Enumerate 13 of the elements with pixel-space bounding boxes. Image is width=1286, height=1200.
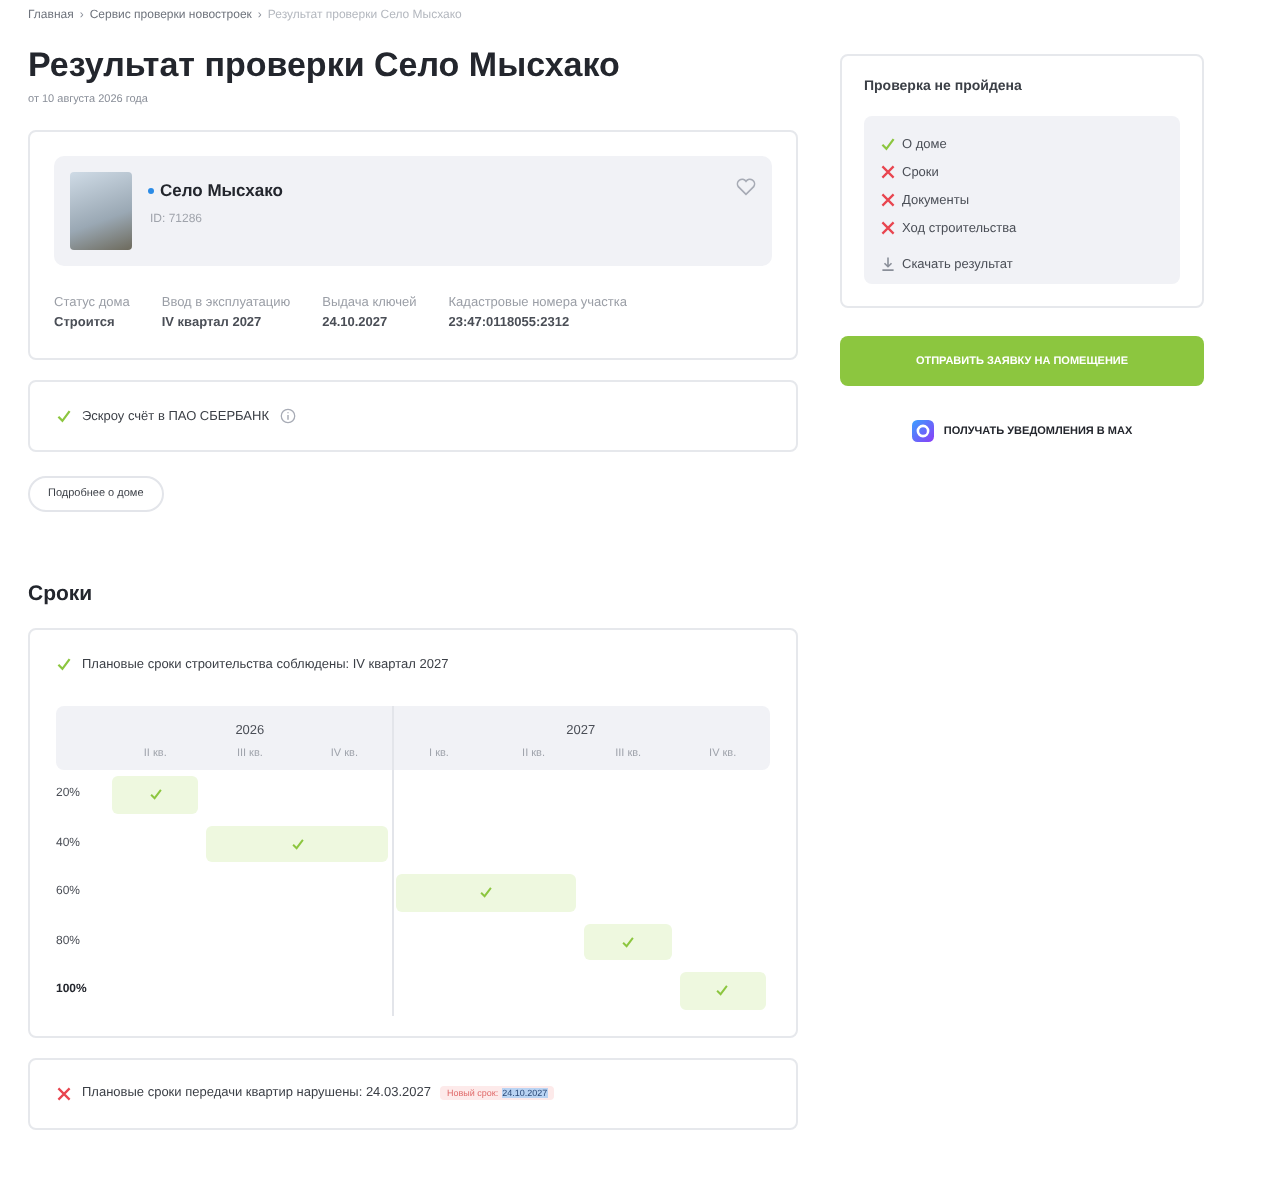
photo-placeholder xyxy=(70,172,132,250)
messenger-logo-icon xyxy=(911,420,934,442)
house-name[interactable]: Село Мысхако xyxy=(148,180,720,200)
heart-icon[interactable] xyxy=(736,178,756,196)
section-heading: Сроки xyxy=(28,582,95,606)
check-icon xyxy=(621,934,636,949)
check-icon xyxy=(290,836,305,851)
check-icon xyxy=(148,787,163,802)
check-icon xyxy=(715,983,730,998)
download-icon xyxy=(880,256,896,272)
info-icon[interactable] xyxy=(279,408,295,424)
page-title: Результат проверки Село Мысхако xyxy=(28,46,622,86)
check-icon xyxy=(479,885,494,900)
